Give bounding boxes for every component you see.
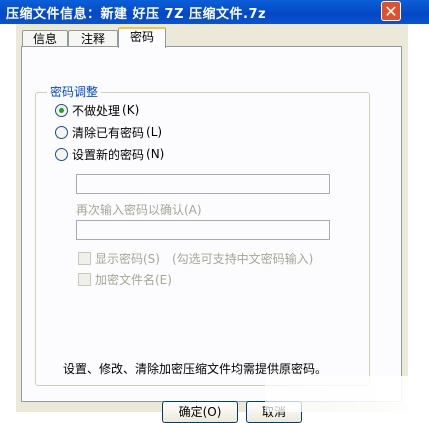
ok-button[interactable]: 确定(O) [162,401,238,423]
title-bar: 压缩文件信息：新建 好压 7Z 压缩文件.7z ✕ [0,0,429,24]
radio-set-new-password-shortcut: (N) [146,147,165,161]
window-title: 压缩文件信息：新建 好压 7Z 压缩文件.7z [6,7,267,22]
confirm-password-label: 再次输入密码以确认(A) [76,203,202,217]
encrypt-filenames-label: 加密文件名(E) [95,272,172,287]
radio-button-icon[interactable] [55,103,68,117]
radio-no-change-label: 不做处理 [72,103,121,118]
groupbox-legend: 密码调整 [47,83,102,100]
radio-set-new-password-label: 设置新的密码 [72,147,145,162]
radio-clear-password[interactable]: 清除已有密码 (L) [55,124,162,140]
dialog-body: 信息 注释 密码 密码调整 不做处理 (K) 清除已有密码 (L) 设置新的密码… [16,24,408,423]
show-password-checkbox[interactable]: 显示密码(S) [78,250,160,266]
blur-overlay [265,376,429,412]
checkbox-icon[interactable] [78,251,91,265]
radio-button-icon[interactable] [55,125,68,139]
radio-button-icon[interactable] [55,147,68,161]
radio-set-new-password[interactable]: 设置新的密码 (N) [55,146,164,162]
encrypt-filenames-checkbox[interactable]: 加密文件名(E) [78,271,172,287]
radio-no-change-shortcut: (K) [122,103,140,117]
tab-comment[interactable]: 注释 [68,30,118,47]
tab-info[interactable]: 信息 [22,30,68,47]
close-button[interactable]: ✕ [381,1,401,21]
show-password-label: 显示密码(S) [95,251,160,266]
confirm-password-field[interactable] [76,220,330,240]
radio-clear-password-shortcut: (L) [146,125,163,139]
radio-no-change[interactable]: 不做处理 (K) [55,102,139,118]
footer-note: 设置、修改、清除加密压缩文件均需提供原密码。 [63,362,328,376]
password-panel: 密码调整 不做处理 (K) 清除已有密码 (L) 设置新的密码 (N) 再次输入… [21,46,402,402]
tab-password[interactable]: 密码 [118,27,166,48]
new-password-field[interactable] [76,174,330,194]
chinese-password-hint: (勾选可支持中文密码输入) [172,252,314,266]
radio-clear-password-label: 清除已有密码 [72,125,145,140]
checkbox-icon[interactable] [78,272,91,286]
